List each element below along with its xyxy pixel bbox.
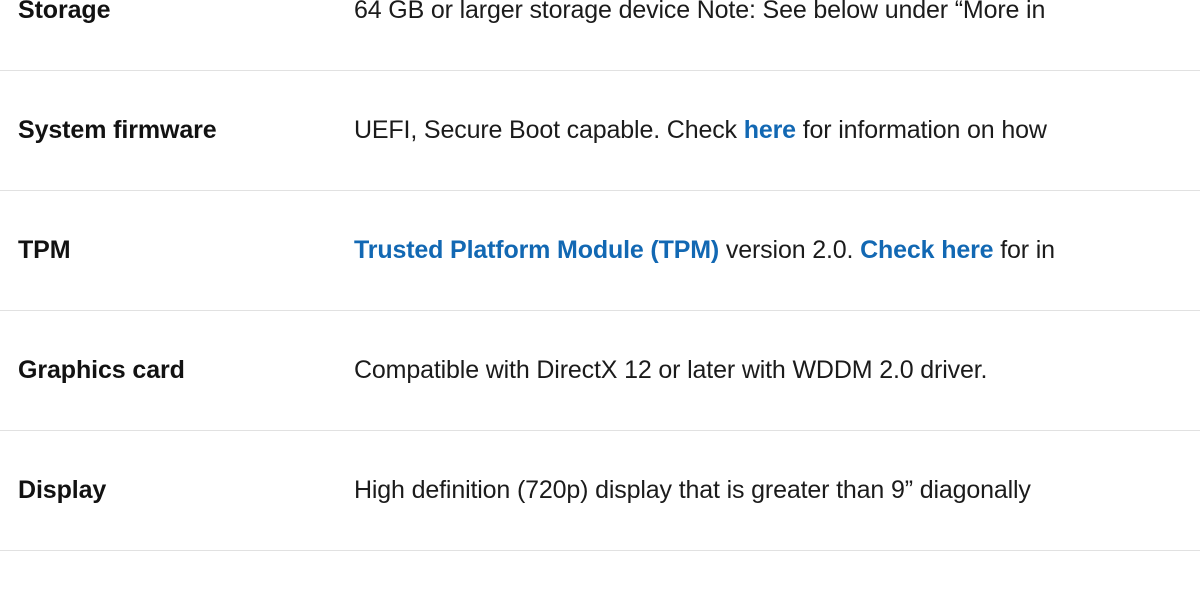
requirement-value: UEFI, Secure Boot capable. Check here fo… (354, 116, 1200, 145)
requirement-text: version 2.0. (719, 236, 861, 264)
requirement-label: TPM (18, 236, 71, 264)
table-row: System firmware UEFI, Secure Boot capable… (0, 71, 1200, 191)
requirement-value: High definition (720p) display that is g… (354, 476, 1200, 505)
requirement-text: High definition (720p) display that is g… (354, 476, 1031, 504)
table-row: Display High definition (720p) display th… (0, 431, 1200, 551)
requirement-value: Trusted Platform Module (TPM) version 2.… (354, 236, 1200, 265)
requirement-text: for in (993, 236, 1055, 264)
requirement-link[interactable]: here (744, 116, 796, 144)
table-row: TPM Trusted Platform Module (TPM) version… (0, 191, 1200, 311)
requirement-text: 64 GB or larger storage device Note: See… (354, 0, 1046, 24)
requirement-value: Compatible with DirectX 12 or later with… (354, 356, 1200, 385)
requirement-text: UEFI, Secure Boot capable. Check (354, 116, 744, 144)
system-requirements-table: Storage 64 GB or larger storage device No… (0, 0, 1200, 551)
requirement-label: Display (18, 476, 107, 504)
requirement-value: 64 GB or larger storage device Note: See… (354, 0, 1200, 25)
requirement-label: Storage (18, 0, 111, 24)
table-row: Storage 64 GB or larger storage device No… (0, 0, 1200, 71)
requirement-text: for information on how (795, 116, 1047, 144)
requirement-label: System firmware (18, 116, 217, 144)
requirement-link[interactable]: Check here (860, 236, 993, 264)
requirement-text: Compatible with DirectX 12 or later with… (354, 356, 988, 384)
requirement-link[interactable]: Trusted Platform Module (TPM) (354, 236, 719, 264)
table-row: Graphics card Compatible with DirectX 12 … (0, 311, 1200, 431)
requirement-label: Graphics card (18, 356, 185, 384)
